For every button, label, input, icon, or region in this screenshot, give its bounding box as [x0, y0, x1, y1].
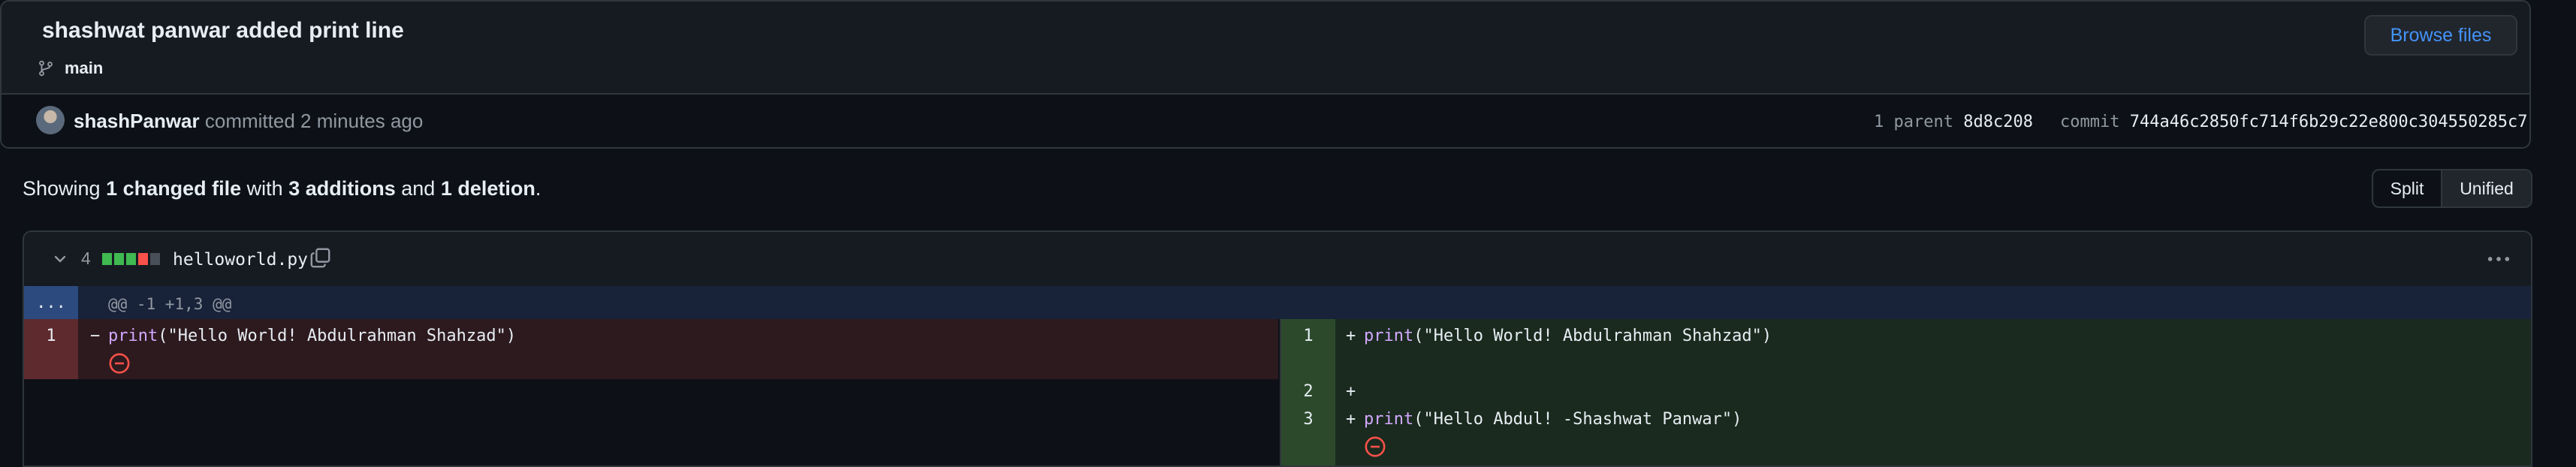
commit-title: shashwat panwar added print line [42, 18, 404, 43]
file-name-link[interactable]: helloworld.py [173, 250, 308, 270]
chevron-down-icon[interactable] [51, 250, 69, 268]
deletion-line: 1 − print("Hello World! Abdulrahman Shah… [24, 319, 1278, 379]
code-line: print("Hello Abdul! -Shashwat Panwar") [1364, 410, 1742, 429]
commit-sha-info: commit 744a46c2850fc714f6b29c22e800c3045… [2060, 113, 2528, 131]
file-header: 4 helloworld.py [24, 232, 2531, 288]
code-function: print [1364, 410, 1414, 429]
hunk-header-row: ... @@ -1 +1,3 @@ [24, 286, 2531, 319]
line-number[interactable]: 2 [1281, 382, 1335, 401]
avatar[interactable] [36, 106, 65, 134]
line-number[interactable]: 1 [1281, 327, 1335, 345]
diff-summary: Showing 1 changed file with 3 additions … [23, 177, 541, 200]
no-newline-icon [109, 353, 130, 374]
code-rest: ("Hello Abdul! -Shashwat Panwar") [1413, 410, 1742, 429]
kebab-menu-icon[interactable] [2486, 250, 2511, 268]
summary-changed-files: 1 changed file [106, 177, 242, 200]
expand-hunk-button[interactable]: ... [24, 286, 78, 319]
line-number[interactable]: 3 [1281, 410, 1335, 429]
diffstat-block-del [138, 253, 148, 265]
diffstat-block-neutral [150, 253, 160, 265]
line-number[interactable]: 1 [24, 327, 78, 345]
copy-icon[interactable] [309, 246, 332, 269]
change-count: 4 [81, 249, 91, 268]
summary-with: with [246, 177, 283, 200]
diff-sign: + [1346, 382, 1356, 401]
code-line: print("Hello World! Abdulrahman Shahzad"… [108, 327, 516, 345]
diff-sign: − [90, 327, 101, 345]
diff-left-pane: 1 − print("Hello World! Abdulrahman Shah… [24, 319, 1278, 465]
parent-label: 1 parent [1874, 113, 1953, 131]
branch-icon [39, 60, 53, 77]
addition-block: 1 + print("Hello World! Abdulrahman Shah… [1281, 319, 2531, 465]
diff-sign: + [1346, 327, 1356, 345]
commit-header: shashwat panwar added print line main Br… [0, 0, 2531, 149]
author-link[interactable]: shashPanwar [74, 110, 200, 132]
no-newline-icon [1365, 436, 1386, 457]
summary-period: . [535, 177, 541, 200]
diff-view-toggle: Split Unified [2372, 169, 2532, 208]
code-rest: ("Hello World! Abdulrahman Shahzad") [158, 327, 517, 345]
unified-view-button[interactable]: Unified [2442, 170, 2531, 206]
diffstat-block-add [102, 253, 112, 265]
summary-deletions: 1 deletion [440, 177, 535, 200]
split-view-button[interactable]: Split [2373, 170, 2442, 206]
diffstat [102, 253, 160, 265]
diff-right-pane: 1 + print("Hello World! Abdulrahman Shah… [1280, 319, 2531, 465]
diff-sign: + [1346, 410, 1356, 429]
summary-additions: 3 additions [288, 177, 396, 200]
parent-sha-link[interactable]: 8d8c208 [1963, 113, 2033, 131]
code-function: print [108, 327, 158, 345]
author-line: shashPanwar committed 2 minutes ago [74, 110, 423, 133]
diffstat-block-add [126, 253, 136, 265]
code-line: print("Hello World! Abdulrahman Shahzad"… [1364, 327, 1772, 345]
parent-info: 1 parent 8d8c208 [1874, 113, 2033, 131]
commit-action: committed [204, 110, 295, 132]
commit-sha[interactable]: 744a46c2850fc714f6b29c22e800c304550285c7 [2130, 113, 2528, 131]
commit-meta-row: shashPanwar committed 2 minutes ago 1 pa… [2, 93, 2529, 147]
browse-files-button[interactable]: Browse files [2364, 15, 2517, 56]
commit-time: 2 minutes ago [300, 110, 424, 132]
branch-indicator[interactable]: main [38, 59, 103, 78]
code-function: print [1364, 327, 1414, 345]
summary-and: and [401, 177, 436, 200]
summary-showing: Showing [23, 177, 101, 200]
file-diff: 4 helloworld.py ... @@ -1 +1,3 @@ 1 − pr… [23, 230, 2532, 467]
diffstat-block-add [114, 253, 124, 265]
branch-name: main [65, 59, 104, 77]
code-rest: ("Hello World! Abdulrahman Shahzad") [1413, 327, 1772, 345]
commit-label: commit [2060, 113, 2120, 131]
hunk-header: @@ -1 +1,3 @@ [108, 295, 232, 313]
